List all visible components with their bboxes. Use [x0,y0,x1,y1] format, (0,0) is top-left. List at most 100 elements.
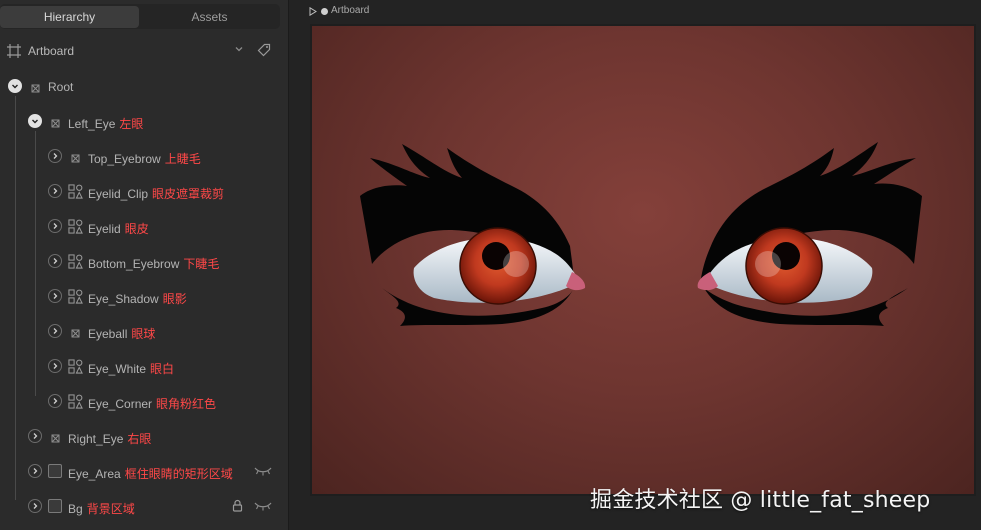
shapes-icon [68,394,83,409]
left-eye[interactable] [360,144,586,326]
tree-row-eye-corner[interactable]: Eye_Corner 眼角粉红色 [0,391,289,413]
layer-name: Bg 背景区域 [68,500,135,517]
hidden-eye-icon[interactable] [254,466,272,476]
tree-row-eyelid-clip[interactable]: Eyelid_Clip 眼皮遮罩裁剪 [0,181,289,203]
hidden-eye-icon[interactable] [254,501,272,511]
layer-name: Root [48,80,73,94]
group-icon [51,119,60,128]
layer-name-en: Eye_Area [68,467,121,481]
layer-name-en: Eye_Corner [88,397,153,411]
right-glint [755,251,781,277]
chevron-right-icon [53,293,58,299]
expand-toggle-icon[interactable] [48,149,62,163]
expand-toggle-icon[interactable] [48,254,62,268]
tree-row-left-eye[interactable]: Left_Eye 左眼 [0,111,289,133]
layer-name-en: Eyelid_Clip [88,187,149,201]
state-dot-icon [321,8,328,15]
shapes-icon [68,184,83,199]
artboard-label: Artboard [28,44,75,58]
group-icon [51,434,60,443]
artboard-icon [7,44,21,58]
tag-icon[interactable] [257,43,271,57]
tree-row-eyeball[interactable]: Eyeball 眼球 [0,321,289,343]
layer-annotation: 框住眼睛的矩形区域 [124,467,233,481]
layer-name-en: Eyeball [88,327,128,341]
hierarchy-panel: Hierarchy Assets Artboard Root Left_Eye 左眼… [0,0,289,530]
expand-toggle-icon[interactable] [48,289,62,303]
tree-row-eye-white[interactable]: Eye_White 眼白 [0,356,289,378]
tab-assets[interactable]: Assets [141,6,278,28]
chevron-right-icon [53,223,58,229]
layer-annotation: 眼角粉红色 [156,397,217,411]
tree-row-bottom-eyebrow[interactable]: Bottom_Eyebrow 下睫毛 [0,251,289,273]
tree-row-root[interactable]: Root [0,76,289,98]
expand-toggle-icon[interactable] [48,219,62,233]
tree-row-eye-shadow[interactable]: Eye_Shadow 眼影 [0,286,289,308]
layer-annotation: 上睫毛 [164,152,201,166]
layer-name-en: Right_Eye [68,432,124,446]
collapse-toggle-icon[interactable] [8,79,22,93]
right-eye[interactable] [697,142,922,326]
layer-name: Eye_White 眼白 [88,360,174,377]
eyes-artwork [360,142,922,326]
layer-annotation: 背景区域 [86,502,135,516]
shapes-icon [68,219,83,234]
visibility-checkbox[interactable] [48,464,62,478]
tab-hierarchy[interactable]: Hierarchy [0,6,139,28]
layer-name-en: Top_Eyebrow [88,152,161,166]
lock-icon[interactable] [232,499,243,512]
expand-toggle-icon[interactable] [28,464,42,478]
layer-name: Eyelid 眼皮 [88,220,149,237]
expand-toggle-icon[interactable] [48,359,62,373]
chevron-right-icon [33,433,38,439]
chevron-down-icon [12,84,18,89]
layer-name-en: Eye_White [88,362,147,376]
expand-toggle-icon[interactable] [28,429,42,443]
chevron-right-icon [53,398,58,404]
layer-annotation: 眼球 [131,327,156,341]
expand-toggle-icon[interactable] [48,394,62,408]
chevron-right-icon [33,503,38,509]
tree-row-right-eye[interactable]: Right_Eye 右眼 [0,426,289,448]
chevron-right-icon [53,363,58,369]
expand-toggle-icon[interactable] [48,184,62,198]
chevron-right-icon [53,188,58,194]
left-glint [503,251,529,277]
layer-name: Eye_Corner 眼角粉红色 [88,395,216,412]
artboard-canvas[interactable] [312,26,974,494]
shapes-icon [68,359,83,374]
layer-name: Top_Eyebrow 上睫毛 [88,150,201,167]
layer-name-en: Left_Eye [68,117,116,131]
chevron-right-icon [53,258,58,264]
layer-name: Eyelid_Clip 眼皮遮罩裁剪 [88,185,224,202]
layer-name: Bottom_Eyebrow 下睫毛 [88,255,219,272]
tree-row-top-eyebrow[interactable]: Top_Eyebrow 上睫毛 [0,146,289,168]
layer-name: Eye_Shadow 眼影 [88,290,187,307]
group-icon [71,329,80,338]
shapes-icon [68,254,83,269]
tree-row-eyelid[interactable]: Eyelid 眼皮 [0,216,289,238]
layer-name: Eyeball 眼球 [88,325,155,342]
layer-name: Left_Eye 左眼 [68,115,143,132]
panel-tabs: Hierarchy Assets [0,4,280,29]
tree-row-eye-area[interactable]: Eye_Area 框住眼睛的矩形区域 [0,461,289,483]
group-icon [31,84,40,93]
watermark: 掘金技术社区 @ little_fat_sheep [590,488,931,513]
layer-name-en: Eye_Shadow [88,292,159,306]
layer-annotation: 下睫毛 [183,257,220,271]
chevron-down-icon[interactable] [234,44,244,54]
play-icon[interactable] [309,7,317,16]
expand-toggle-icon[interactable] [28,499,42,513]
shapes-icon [68,289,83,304]
collapse-toggle-icon[interactable] [28,114,42,128]
chevron-right-icon [33,468,38,474]
expand-toggle-icon[interactable] [48,324,62,338]
breadcrumb-label: Artboard [331,5,370,16]
artboard-selector[interactable]: Artboard [0,40,289,62]
layer-annotation: 左眼 [119,117,144,131]
visibility-checkbox[interactable] [48,499,62,513]
tree-row-bg[interactable]: Bg 背景区域 [0,496,289,518]
layer-name-en: Eyelid [88,222,121,236]
chevron-down-icon [32,119,38,124]
layer-name-en: Bg [68,502,83,516]
